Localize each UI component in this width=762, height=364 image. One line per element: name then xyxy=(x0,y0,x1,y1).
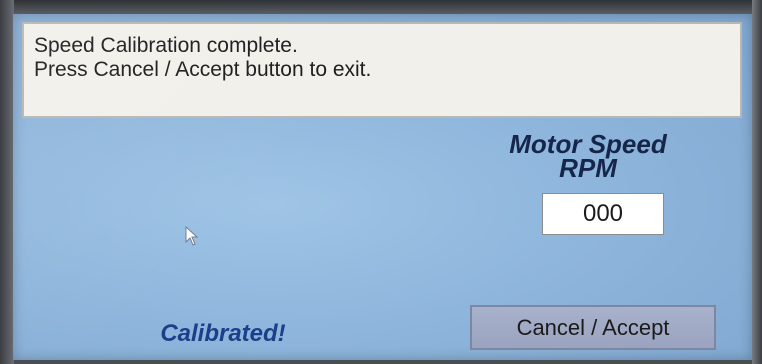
message-line-2: Press Cancel / Accept button to exit. xyxy=(34,58,372,81)
rpm-label: RPM xyxy=(559,153,617,183)
cancel-accept-button[interactable]: Cancel / Accept xyxy=(470,305,716,350)
touch-screen: Speed Calibration complete. Press Cancel… xyxy=(13,14,752,360)
calibration-status-text: Calibrated! xyxy=(160,320,286,347)
message-box: Speed Calibration complete. Press Cancel… xyxy=(22,22,742,118)
device-bezel-top xyxy=(0,0,762,14)
motor-speed-title: Motor Speed RPM xyxy=(483,131,693,183)
device-bezel-right xyxy=(752,0,762,364)
device-bezel-left xyxy=(0,0,14,364)
message-line-1: Speed Calibration complete. xyxy=(34,34,298,57)
motor-speed-rpm-value: 000 xyxy=(542,193,664,235)
mouse-pointer-icon xyxy=(185,226,199,246)
